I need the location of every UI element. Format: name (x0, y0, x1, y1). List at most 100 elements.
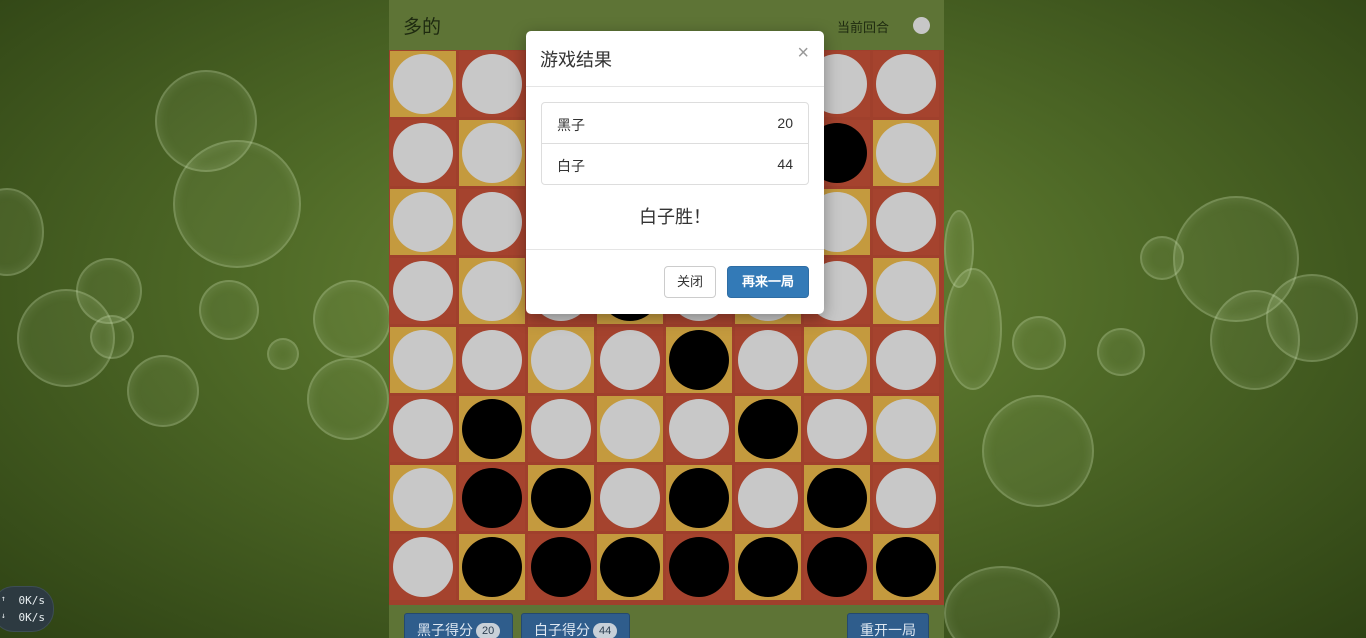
current-turn-label: 当前回合 (837, 20, 890, 35)
black-piece (462, 399, 522, 459)
board-cell[interactable] (528, 534, 594, 600)
white-piece (807, 399, 867, 459)
board-cell[interactable] (459, 396, 525, 462)
board-cell[interactable] (390, 534, 456, 600)
black-score-button[interactable]: 黑子得分 20 (404, 613, 514, 638)
board-cell[interactable] (459, 258, 525, 324)
play-again-button[interactable]: 再来一局 (727, 266, 809, 298)
white-piece (876, 123, 936, 183)
white-score-button[interactable]: 白子得分 44 (521, 613, 631, 638)
result-value: 44 (777, 156, 793, 172)
black-score-label: 黑子得分 (417, 622, 473, 638)
black-piece (738, 399, 798, 459)
board-cell[interactable] (528, 465, 594, 531)
white-piece (876, 399, 936, 459)
board-cell[interactable] (390, 465, 456, 531)
white-score-badge: 44 (593, 623, 618, 638)
board-cell[interactable] (528, 327, 594, 393)
white-piece (393, 537, 453, 597)
board-cell[interactable] (804, 465, 870, 531)
modal-header: 游戏结果 × (526, 31, 824, 87)
board-cell[interactable] (873, 534, 939, 600)
white-piece (600, 468, 660, 528)
modal-title: 游戏结果 (540, 50, 612, 70)
white-piece (876, 261, 936, 321)
board-cell[interactable] (597, 534, 663, 600)
board-cell[interactable] (735, 396, 801, 462)
white-piece (807, 330, 867, 390)
board-cell[interactable] (597, 396, 663, 462)
white-piece (876, 468, 936, 528)
close-button[interactable]: 关闭 (664, 266, 716, 298)
result-value: 20 (777, 115, 793, 131)
white-score-label: 白子得分 (534, 622, 590, 638)
black-piece (462, 468, 522, 528)
board-cell[interactable] (459, 534, 525, 600)
game-title: 多的 (403, 17, 442, 38)
result-label: 黑子 (557, 117, 585, 133)
board-cell[interactable] (459, 327, 525, 393)
white-piece (600, 399, 660, 459)
board-cell[interactable] (459, 465, 525, 531)
board-cell[interactable] (804, 327, 870, 393)
black-piece (531, 537, 591, 597)
board-cell[interactable] (873, 327, 939, 393)
black-piece (876, 537, 936, 597)
panel-footer: 黑子得分 20 白子得分 44 重开一局 (389, 605, 944, 638)
board-cell[interactable] (873, 396, 939, 462)
winner-message: 白子胜！ (639, 207, 711, 227)
white-piece (393, 123, 453, 183)
board-cell[interactable] (390, 51, 456, 117)
board-cell[interactable] (390, 396, 456, 462)
black-piece (600, 537, 660, 597)
board-cell[interactable] (873, 120, 939, 186)
modal-footer: 关闭 再来一局 (526, 249, 824, 315)
board-cell[interactable] (390, 189, 456, 255)
board-cell[interactable] (597, 327, 663, 393)
white-piece (462, 192, 522, 252)
board-cell[interactable] (873, 465, 939, 531)
result-row-white: 白子 44 (542, 144, 808, 184)
black-piece (531, 468, 591, 528)
board-cell[interactable] (459, 120, 525, 186)
board-cell[interactable] (804, 396, 870, 462)
black-piece (669, 537, 729, 597)
board-cell[interactable] (666, 534, 732, 600)
board-cell[interactable] (459, 51, 525, 117)
black-piece (738, 537, 798, 597)
white-piece (393, 330, 453, 390)
white-piece (669, 399, 729, 459)
board-cell[interactable] (735, 327, 801, 393)
white-piece (393, 54, 453, 114)
board-cell[interactable] (528, 396, 594, 462)
restart-button[interactable]: 重开一局 (847, 613, 929, 638)
board-cell[interactable] (459, 189, 525, 255)
board-cell[interactable] (666, 396, 732, 462)
white-piece (393, 399, 453, 459)
board-cell[interactable] (666, 465, 732, 531)
close-icon[interactable]: × (797, 43, 809, 63)
upload-speed: 0K/s (18, 594, 46, 607)
white-piece (462, 123, 522, 183)
black-score-badge: 20 (476, 623, 501, 638)
board-cell[interactable] (873, 189, 939, 255)
black-piece (669, 468, 729, 528)
white-piece (462, 54, 522, 114)
board-cell[interactable] (390, 327, 456, 393)
network-speed-widget[interactable]: ↑ 0K/s ↓ 0K/s (0, 586, 54, 632)
white-piece (531, 330, 591, 390)
result-table: 黑子 20 白子 44 (541, 102, 809, 185)
white-piece (876, 54, 936, 114)
board-cell[interactable] (735, 465, 801, 531)
white-piece (738, 330, 798, 390)
white-piece (876, 192, 936, 252)
board-cell[interactable] (873, 51, 939, 117)
board-cell[interactable] (390, 120, 456, 186)
board-cell[interactable] (666, 327, 732, 393)
board-cell[interactable] (597, 465, 663, 531)
board-cell[interactable] (873, 258, 939, 324)
board-cell[interactable] (390, 258, 456, 324)
board-cell[interactable] (735, 534, 801, 600)
white-piece (462, 261, 522, 321)
board-cell[interactable] (804, 534, 870, 600)
